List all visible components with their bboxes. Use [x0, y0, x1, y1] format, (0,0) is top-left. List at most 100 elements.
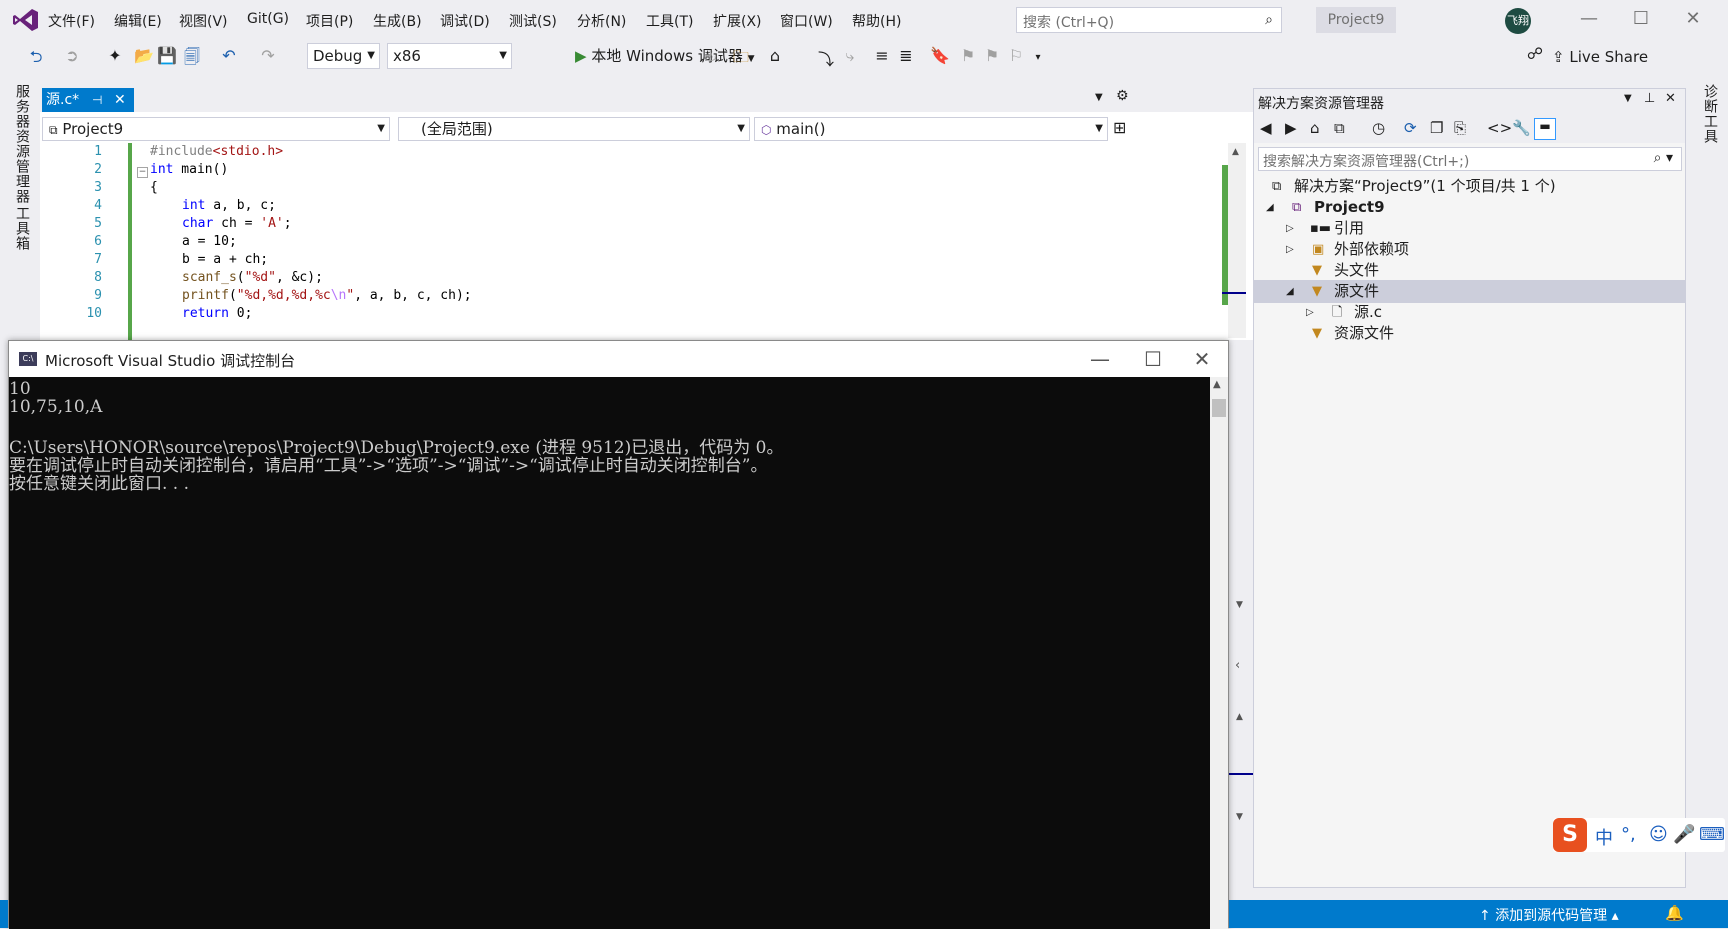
- back-icon[interactable]: ◀: [1260, 119, 1272, 137]
- menu-tools[interactable]: 工具(T): [646, 11, 693, 31]
- step-into-icon[interactable]: ⤵: [816, 46, 836, 70]
- console-maximize-button[interactable]: ☐: [1133, 347, 1173, 371]
- visual-studio-logo-icon[interactable]: [13, 8, 39, 32]
- menu-git[interactable]: Git(G): [247, 11, 289, 27]
- live-share-button[interactable]: ⇪ Live Share: [1552, 48, 1648, 66]
- menu-extensions[interactable]: 扩展(X): [713, 11, 762, 31]
- close-icon[interactable]: ✕: [114, 88, 126, 112]
- console-close-button[interactable]: ✕: [1182, 347, 1222, 371]
- code-line-1[interactable]: #include<stdio.h>: [150, 144, 283, 159]
- solution-configuration-select[interactable]: Debug ▼: [307, 43, 380, 69]
- redo-icon[interactable]: ↷: [258, 46, 278, 65]
- editor-scrollbar[interactable]: [1228, 143, 1246, 338]
- pending-changes-icon[interactable]: ◷: [1372, 119, 1385, 137]
- keyboard-icon[interactable]: ⌨: [1699, 824, 1725, 845]
- open-file-icon[interactable]: 📂: [134, 46, 154, 65]
- pin-icon[interactable]: ⊣: [92, 88, 102, 112]
- search-input[interactable]: 搜索 (Ctrl+Q) ⌕: [1016, 7, 1282, 33]
- tree-item-external-deps[interactable]: ▷ ▣ 外部依赖项: [1254, 238, 1685, 261]
- collapsed-arrow-icon[interactable]: ▷: [1286, 217, 1294, 240]
- collapsed-arrow-icon[interactable]: ▷: [1306, 301, 1314, 324]
- forward-icon[interactable]: ➲: [62, 46, 82, 65]
- server-explorer-tab[interactable]: 服务器资源管理器: [12, 84, 32, 204]
- code-line-4[interactable]: int a, b, c;: [182, 198, 276, 213]
- scope-nav-select[interactable]: (全局范围) ▼: [398, 117, 750, 141]
- notifications-bell-icon[interactable]: 🔔: [1665, 904, 1684, 922]
- expanded-arrow-icon[interactable]: ◢: [1266, 196, 1274, 219]
- sogou-logo-icon[interactable]: S: [1553, 818, 1587, 852]
- scroll-up-icon[interactable]: ▲: [1232, 147, 1239, 157]
- start-debugging-button[interactable]: ▶ 本地 Windows 调试器 ▼: [575, 43, 755, 69]
- new-project-icon[interactable]: ✦: [105, 46, 125, 65]
- close-icon[interactable]: ✕: [1665, 91, 1676, 106]
- uncomment-icon[interactable]: ≣: [896, 46, 916, 65]
- tree-item-resource-files[interactable]: ▼ 资源文件: [1254, 322, 1685, 345]
- console-minimize-button[interactable]: —: [1080, 347, 1120, 371]
- ime-toolbar[interactable]: S 中 °, ☺ 🎤 ⌨: [1553, 818, 1725, 852]
- code-line-9[interactable]: printf("%d,%d,%d,%c\n", a, b, c, ch);: [182, 288, 472, 303]
- tab-source-c[interactable]: 源.c* ⊣ ✕: [42, 88, 134, 112]
- chevron-left-icon[interactable]: ‹: [1235, 658, 1240, 673]
- menu-help[interactable]: 帮助(H): [852, 11, 901, 31]
- project-nav-select[interactable]: ⧉ Project9 ▼: [42, 117, 390, 141]
- properties-wrench-icon[interactable]: 🔧: [1512, 119, 1531, 137]
- search-icon[interactable]: ⌕: [1265, 12, 1273, 28]
- toolbox-tab[interactable]: 工具箱: [12, 206, 32, 251]
- menu-test[interactable]: 测试(S): [509, 11, 557, 31]
- code-line-3[interactable]: {: [150, 180, 158, 195]
- solution-search-input[interactable]: 搜索解决方案资源管理器(Ctrl+;) ⌕ ▾: [1258, 147, 1682, 171]
- console-scrollbar[interactable]: ▲: [1210, 377, 1228, 929]
- split-editor-icon[interactable]: ⊞: [1113, 118, 1126, 137]
- console-output[interactable]: 10 10,75,10,A C:\Users\HONOR\source\repo…: [9, 377, 1210, 929]
- hot-reload-icon[interactable]: ♨: [700, 46, 720, 65]
- debug-console-window[interactable]: C:\ Microsoft Visual Studio 调试控制台 — ☐ ✕ …: [8, 340, 1229, 929]
- tab-list-dropdown-icon[interactable]: ▼: [1095, 92, 1103, 103]
- toolbar-overflow-icon[interactable]: ▾: [1028, 52, 1048, 63]
- preview-selected-icon[interactable]: ▬: [1534, 118, 1556, 140]
- menu-view[interactable]: 视图(V): [179, 11, 228, 31]
- scroll-up-icon[interactable]: ▲: [1236, 712, 1243, 722]
- menu-debug[interactable]: 调试(D): [440, 11, 490, 31]
- collapse-all-icon[interactable]: ❐: [1430, 119, 1443, 137]
- tree-item-project[interactable]: ◢ ⧉ Project9: [1254, 196, 1685, 219]
- code-line-8[interactable]: scanf_s("%d", &c);: [182, 270, 323, 285]
- comment-icon[interactable]: ≡: [872, 46, 892, 65]
- add-to-source-control-button[interactable]: ↑ 添加到源代码管理 ▴: [1479, 905, 1619, 925]
- switch-views-icon[interactable]: ⧉: [1334, 119, 1345, 137]
- tree-item-references[interactable]: ▷ ▪▬ 引用: [1254, 217, 1685, 240]
- bookmark-icon[interactable]: 🔖: [930, 46, 950, 65]
- prev-bookmark-icon[interactable]: ⚑: [958, 46, 978, 65]
- find-in-files-icon[interactable]: 🗀: [731, 46, 751, 73]
- browser-link-icon[interactable]: ⌂: [765, 46, 785, 65]
- tree-item-source-c[interactable]: ▷ 🗋 源.c: [1254, 301, 1685, 324]
- menu-build[interactable]: 生成(B): [373, 11, 422, 31]
- member-nav-select[interactable]: ⬡ main() ▼: [754, 117, 1108, 141]
- next-bookmark-icon[interactable]: ⚑: [982, 46, 1002, 65]
- menu-edit[interactable]: 编辑(E): [114, 11, 162, 31]
- scroll-up-icon[interactable]: ▲: [1213, 379, 1221, 390]
- search-icon[interactable]: ⌕ ▾: [1654, 150, 1673, 166]
- tree-item-source-files[interactable]: ◢ ▼ 源文件: [1254, 280, 1685, 303]
- save-icon[interactable]: 💾: [157, 46, 177, 65]
- ime-punctuation-toggle[interactable]: °,: [1621, 824, 1636, 845]
- editor-scrollbar-lower[interactable]: ▼ ‹ ▲ ▼: [1229, 340, 1253, 928]
- collapsed-arrow-icon[interactable]: ▷: [1286, 238, 1294, 261]
- console-titlebar[interactable]: C:\ Microsoft Visual Studio 调试控制台 — ☐ ✕: [9, 341, 1228, 377]
- code-line-5[interactable]: char ch = 'A';: [182, 216, 292, 231]
- scroll-down-icon[interactable]: ▼: [1236, 600, 1243, 610]
- clear-bookmarks-icon[interactable]: ⚐: [1006, 46, 1026, 65]
- minimize-button[interactable]: —: [1574, 8, 1604, 29]
- menu-analyze[interactable]: 分析(N): [577, 11, 626, 31]
- collapse-toggle-icon[interactable]: −: [137, 167, 148, 178]
- code-line-10[interactable]: return 0;: [182, 306, 252, 321]
- settings-gear-icon[interactable]: ⚙: [1116, 88, 1129, 104]
- menu-file[interactable]: 文件(F): [48, 11, 95, 31]
- code-line-2[interactable]: int main(): [150, 162, 228, 177]
- tree-item-header-files[interactable]: ▼ 头文件: [1254, 259, 1685, 282]
- emoji-icon[interactable]: ☺: [1649, 824, 1668, 845]
- diagnostic-tools-tab[interactable]: 诊断工具: [1700, 84, 1720, 144]
- code-line-6[interactable]: a = 10;: [182, 234, 237, 249]
- view-code-icon[interactable]: <>: [1487, 119, 1512, 137]
- ime-language-toggle[interactable]: 中: [1595, 824, 1613, 850]
- scroll-down-icon[interactable]: ▼: [1236, 812, 1243, 822]
